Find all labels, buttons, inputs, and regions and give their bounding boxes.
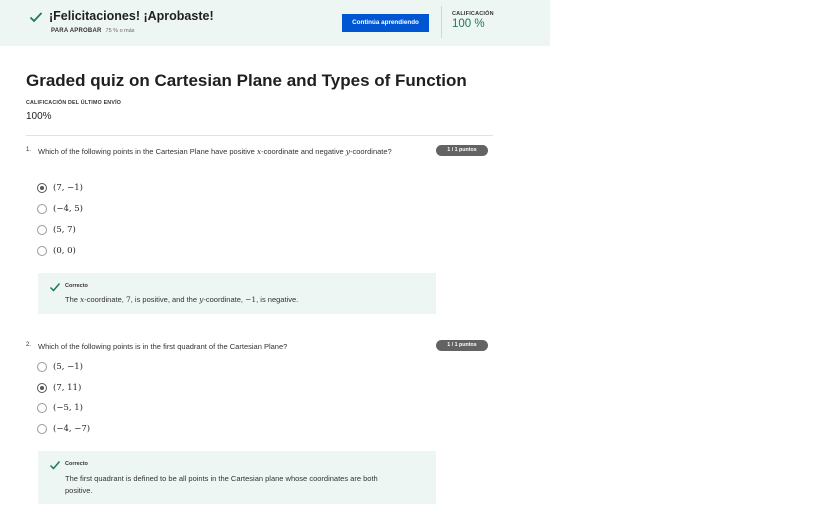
feedback-box: Correcto The first quadrant is defined t…	[38, 451, 436, 504]
feedback-text-part: The	[65, 295, 81, 304]
pass-title: ¡Felicitaciones! ¡Aprobaste!	[49, 9, 214, 23]
radio-button[interactable]	[37, 225, 47, 235]
pass-requirement-label: PARA APROBAR	[51, 28, 102, 34]
feedback-text-part: , is positive, and the	[130, 295, 200, 304]
pass-banner: ¡Felicitaciones! ¡Aprobaste! PARA APROBA…	[0, 0, 550, 46]
radio-button[interactable]	[37, 424, 47, 434]
last-submission-label: CALIFICACIÓN DEL ÚLTIMO ENVÍO	[26, 100, 122, 106]
answer-option[interactable]: (7, 11)	[37, 383, 81, 393]
question-text-part: -coordinate and negative	[261, 147, 346, 156]
last-submission-value: 100%	[26, 111, 52, 122]
answer-option[interactable]: (7, −1)	[37, 183, 83, 193]
radio-button[interactable]	[37, 246, 47, 256]
feedback-line: The first quadrant is defined to be all …	[65, 474, 378, 483]
math-number: −1	[245, 295, 257, 304]
points-badge: 1 / 1 puntos	[436, 145, 488, 156]
check-icon	[29, 12, 43, 23]
question-text-part: Which of the following points in the Car…	[38, 147, 257, 156]
option-label: (0, 0)	[53, 246, 76, 256]
question-text: Which of the following points in the Car…	[38, 147, 392, 156]
grade-label: CALIFICACIÓN	[452, 11, 494, 17]
radio-button[interactable]	[37, 403, 47, 413]
feedback-text-part: -coordinate,	[84, 295, 126, 304]
header-divider	[26, 135, 493, 136]
check-icon	[49, 461, 61, 470]
option-label: (7, 11)	[53, 383, 82, 393]
feedback-text: The first quadrant is defined to be all …	[65, 473, 378, 497]
option-label: (5, 7)	[53, 225, 76, 235]
answer-option[interactable]: (−4, 5)	[37, 204, 83, 214]
option-label: (−4, 5)	[53, 204, 83, 214]
feedback-text-part: , is negative.	[256, 295, 299, 304]
radio-button[interactable]	[37, 383, 47, 393]
check-icon	[49, 283, 61, 292]
question-number: 1.	[26, 147, 32, 153]
grade-value: 100 %	[452, 18, 485, 30]
pass-requirement: PARA APROBAR 75 % o más	[51, 28, 135, 34]
feedback-text-part: -coordinate,	[203, 295, 246, 304]
option-label: (−5, 1)	[53, 403, 83, 413]
radio-button[interactable]	[37, 362, 47, 372]
answer-option[interactable]: (5, −1)	[37, 362, 83, 372]
radio-button[interactable]	[37, 183, 47, 193]
feedback-box: Correcto The x-coordinate, 7, is positiv…	[38, 273, 436, 314]
feedback-text: The x-coordinate, 7, is positive, and th…	[65, 294, 298, 306]
feedback-line: positive.	[65, 486, 93, 495]
option-label: (−4, −7)	[53, 424, 91, 434]
radio-button[interactable]	[37, 204, 47, 214]
question-text: Which of the following points is in the …	[38, 342, 288, 351]
answer-option[interactable]: (−4, −7)	[37, 424, 90, 434]
question-number: 2.	[26, 342, 32, 348]
question-text-part: -coordinate?	[350, 147, 392, 156]
option-label: (5, −1)	[53, 362, 83, 372]
pass-requirement-value: 75 % o más	[105, 28, 135, 34]
continue-learning-button[interactable]: Continúa aprendiendo	[342, 14, 429, 32]
feedback-label: Correcto	[65, 283, 88, 289]
answer-option[interactable]: (0, 0)	[37, 246, 76, 256]
banner-divider	[441, 6, 442, 38]
option-label: (7, −1)	[53, 183, 83, 193]
answer-option[interactable]: (−5, 1)	[37, 403, 83, 413]
points-badge: 1 / 1 puntos	[436, 340, 488, 351]
page-title: Graded quiz on Cartesian Plane and Types…	[26, 71, 467, 90]
feedback-label: Correcto	[65, 461, 88, 467]
answer-option[interactable]: (5, 7)	[37, 225, 76, 235]
